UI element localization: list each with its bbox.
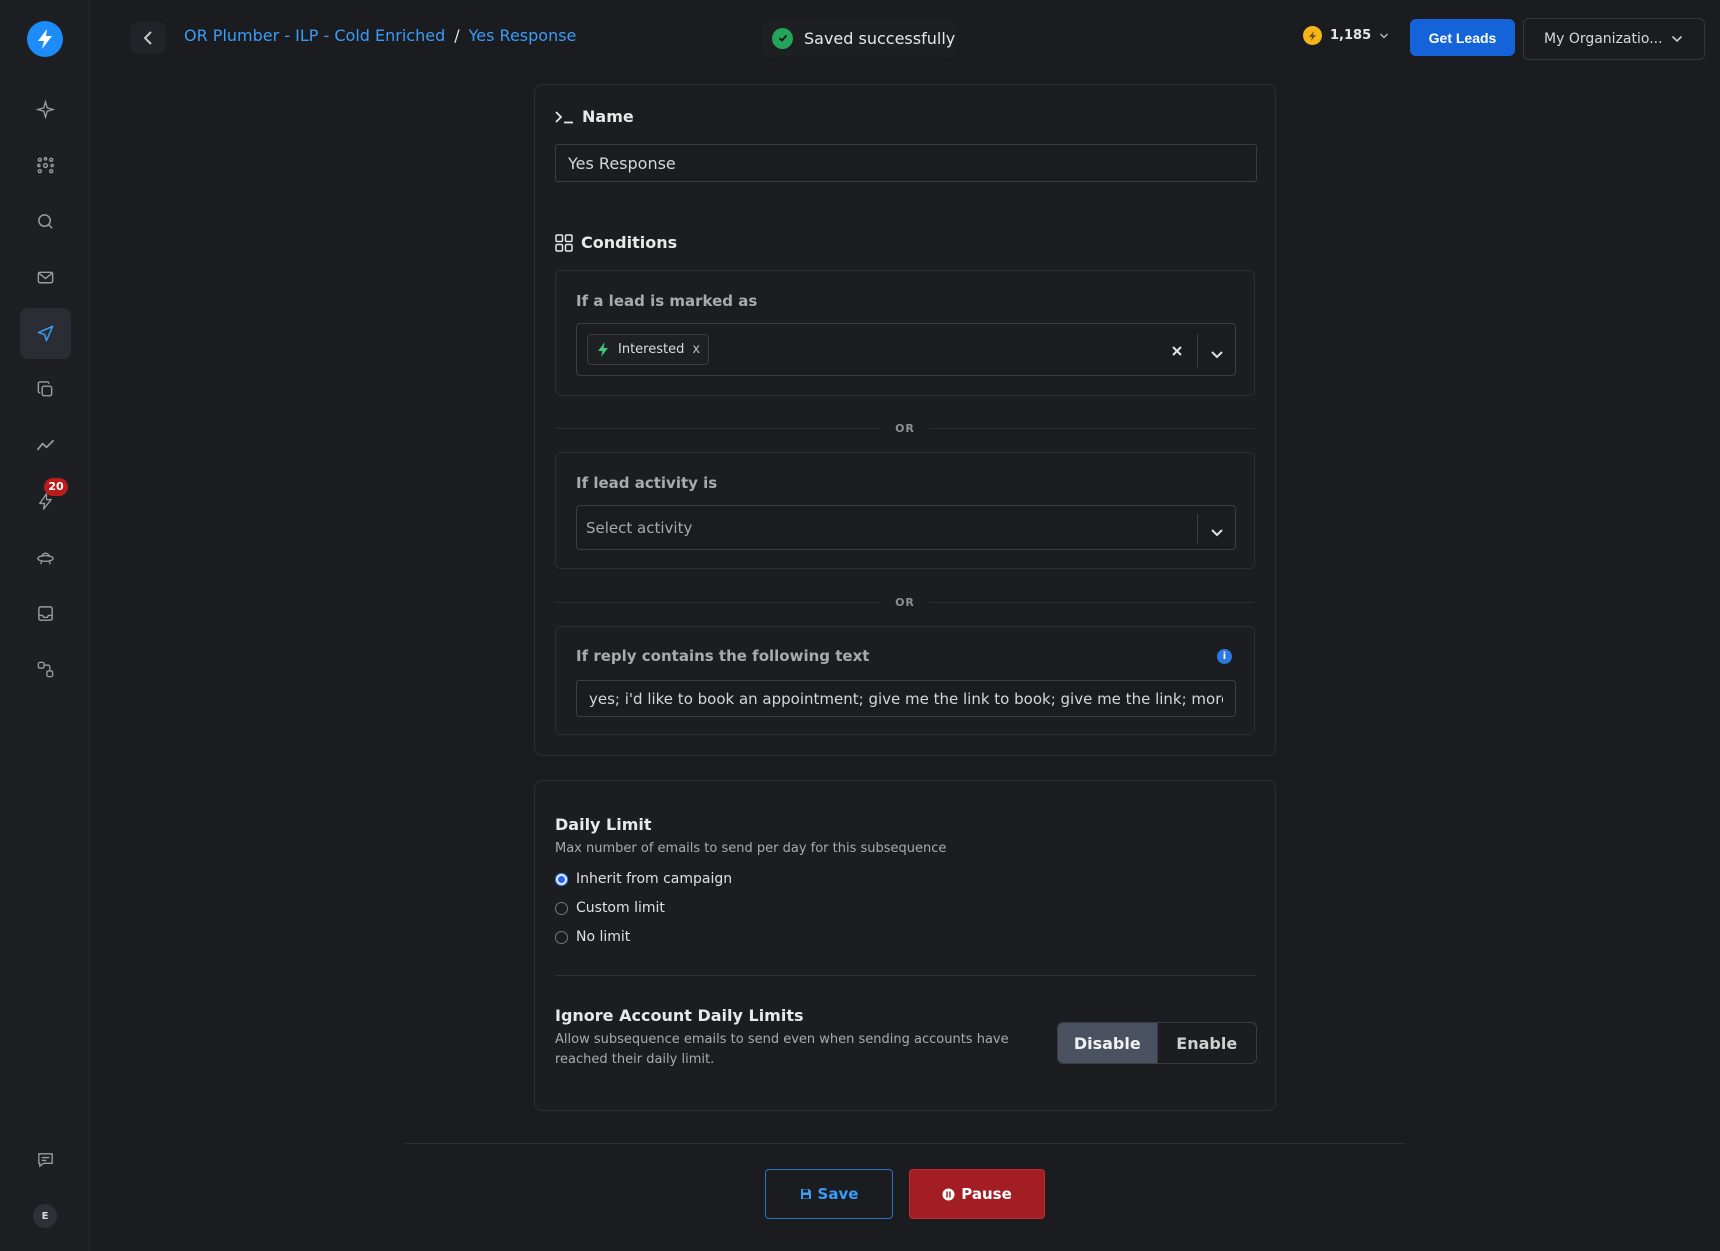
integrations-icon[interactable] [20, 644, 71, 695]
chevron-down-icon [1671, 35, 1682, 43]
pause-label: Pause [961, 1185, 1012, 1203]
radio-no-limit[interactable]: No limit [555, 929, 630, 945]
conditions-section-title: Conditions [555, 233, 677, 252]
section-divider [555, 975, 1257, 976]
or-divider: OR [555, 421, 1255, 435]
reply-label: If reply contains the following text [576, 647, 870, 665]
back-button[interactable] [130, 22, 166, 54]
save-label: Save [817, 1185, 859, 1203]
or-label: OR [881, 421, 929, 435]
lead-marked-label: If a lead is marked as [576, 292, 758, 310]
subsequence-card: Name Conditions If a lead is marked as I… [534, 84, 1276, 756]
clear-icon[interactable] [1171, 342, 1183, 361]
notifications-bolt-icon[interactable]: 20 [20, 476, 71, 527]
save-button[interactable]: Save [765, 1169, 893, 1219]
toast-message: Saved successfully [804, 28, 956, 48]
radio-inherit-from-campaign[interactable]: Inherit from campaign [555, 871, 732, 887]
radio-custom-limit[interactable]: Custom limit [555, 900, 665, 916]
name-title-text: Name [582, 107, 634, 126]
daily-limit-title: Daily Limit [555, 815, 652, 834]
organization-select[interactable]: My Organizatio... [1523, 18, 1705, 60]
mail-icon[interactable] [20, 252, 71, 303]
reply-text-input[interactable] [576, 680, 1236, 717]
chevron-left-icon [143, 31, 152, 45]
coin-icon [1303, 26, 1322, 45]
disable-option[interactable]: Disable [1058, 1023, 1157, 1063]
conditions-grid-icon [555, 233, 573, 252]
notification-badge: 20 [44, 478, 68, 496]
interested-chip: Interested x [587, 334, 710, 365]
breadcrumb-current[interactable]: Yes Response [469, 26, 577, 45]
pause-button[interactable]: Pause [909, 1169, 1045, 1219]
select-divider [1197, 334, 1198, 367]
organization-name: My Organizatio... [1544, 31, 1663, 47]
ignore-limits-toggle: Disable Enable [1057, 1022, 1257, 1064]
or-label: OR [881, 595, 929, 609]
footer-divider [405, 1143, 1405, 1144]
credits-dropdown[interactable]: 1,185 [1303, 26, 1389, 45]
radio-button[interactable] [555, 930, 568, 944]
name-section-title: Name [555, 107, 634, 126]
name-input[interactable] [555, 144, 1257, 182]
chip-remove-icon[interactable]: x [692, 342, 700, 357]
daily-limit-description: Max number of emails to send per day for… [555, 841, 947, 856]
enable-option[interactable]: Enable [1156, 1023, 1257, 1063]
radio-label: Inherit from campaign [576, 871, 733, 887]
breadcrumb-separator: / [454, 26, 460, 45]
logo-bolt-icon[interactable] [27, 21, 63, 57]
conditions-title-text: Conditions [581, 233, 678, 252]
send-icon[interactable] [20, 308, 71, 359]
reply-text-condition: If reply contains the following text i [555, 626, 1255, 735]
select-divider [1197, 514, 1198, 543]
bolt-icon [598, 342, 608, 357]
ufo-icon[interactable] [20, 532, 71, 583]
inbox-icon[interactable] [20, 588, 71, 639]
pause-circle-icon [942, 1188, 955, 1200]
limits-card: Daily Limit Max number of emails to send… [534, 780, 1276, 1111]
floppy-disk-icon [800, 1189, 811, 1199]
get-leads-button[interactable]: Get Leads [1410, 19, 1515, 56]
activity-label: If lead activity is [576, 474, 718, 492]
activity-select[interactable]: Select activity [576, 505, 1236, 550]
trend-icon[interactable] [20, 420, 71, 471]
ignore-limits-title: Ignore Account Daily Limits [555, 1006, 804, 1025]
saved-toast: Saved successfully [762, 19, 956, 57]
chevron-down-icon [1380, 33, 1389, 38]
check-circle-icon [772, 27, 793, 49]
network-icon[interactable] [20, 140, 71, 191]
chip-label: Interested [618, 342, 685, 357]
activity-placeholder: Select activity [586, 519, 693, 537]
radio-label: Custom limit [576, 900, 665, 916]
feedback-chat-icon[interactable] [20, 1134, 71, 1185]
lead-status-condition: If a lead is marked as Interested x [555, 270, 1255, 396]
or-divider: OR [555, 595, 1255, 609]
ignore-limits-description: Allow subsequence emails to send even wh… [555, 1032, 1009, 1067]
terminal-icon [555, 110, 573, 123]
radio-label: No limit [576, 929, 631, 945]
lead-activity-condition: If lead activity is Select activity [555, 452, 1255, 569]
sidebar: 20 E [0, 0, 90, 1251]
radio-button[interactable] [555, 872, 568, 886]
lead-status-select[interactable]: Interested x [576, 323, 1236, 376]
chevron-down-icon[interactable] [1210, 345, 1224, 364]
avatar[interactable]: E [33, 1204, 57, 1228]
breadcrumb-campaign-link[interactable]: OR Plumber - ILP - Cold Enriched [184, 26, 445, 45]
breadcrumb: OR Plumber - ILP - Cold Enriched / Yes R… [184, 26, 576, 45]
copy-icon[interactable] [20, 364, 71, 415]
credits-value: 1,185 [1330, 28, 1372, 43]
chevron-down-icon[interactable] [1210, 523, 1224, 542]
sparkle-icon[interactable] [20, 84, 71, 135]
info-icon[interactable]: i [1217, 649, 1232, 664]
radio-button[interactable] [555, 901, 568, 915]
search-icon[interactable] [20, 196, 71, 247]
